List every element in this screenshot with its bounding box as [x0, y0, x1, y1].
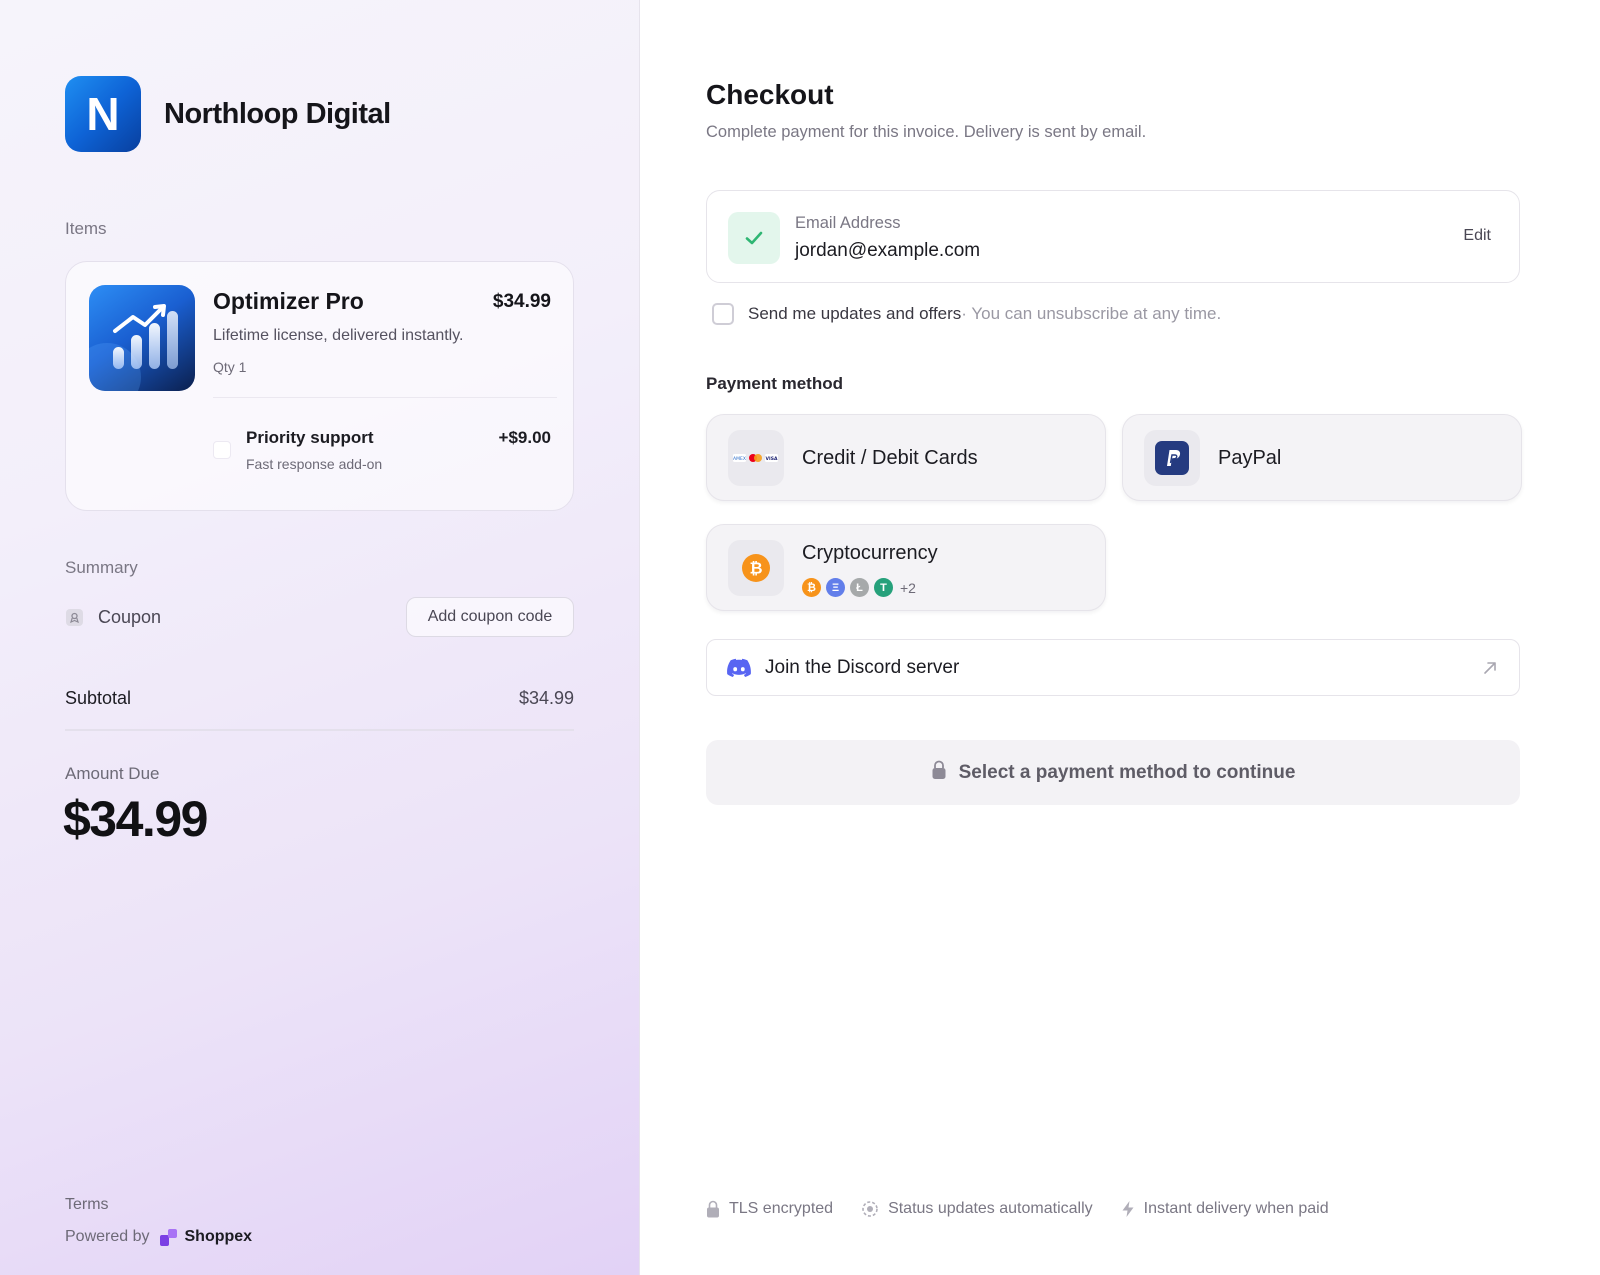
- crypto-coins: ₿ Ξ Ł T +2: [802, 578, 916, 597]
- lock-icon: [707, 1200, 719, 1218]
- shoppex-link[interactable]: Shoppex: [185, 1228, 253, 1246]
- coupon-icon: [66, 609, 83, 626]
- email-value: jordan@example.com: [795, 240, 981, 261]
- delivery-badge: Instant delivery when paid: [1121, 1200, 1329, 1218]
- coupon-row: Coupon Add coupon code: [65, 597, 574, 637]
- discord-icon: [727, 658, 751, 678]
- payment-option-label: PayPal: [1218, 447, 1282, 469]
- updates-optin[interactable]: Send me updates and offers · You can uns…: [712, 303, 1221, 325]
- updates-checkbox[interactable]: [712, 303, 734, 325]
- updates-note: · You can unsubscribe at any time.: [961, 304, 1222, 323]
- add-coupon-button[interactable]: Add coupon code: [406, 597, 574, 637]
- subtotal-label: Subtotal: [65, 688, 132, 708]
- addon-description: Fast response add-on: [246, 456, 383, 472]
- addon-checkbox[interactable]: [213, 441, 231, 459]
- coupon-label: Coupon: [98, 607, 162, 627]
- payment-option-cards[interactable]: AMEX VISA Credit / Debit Cards: [706, 414, 1106, 501]
- ethereum-coin-icon: Ξ: [826, 578, 845, 597]
- brand-name: Northloop Digital: [164, 97, 391, 130]
- status-label: Status updates automatically: [888, 1200, 1093, 1217]
- delivery-label: Instant delivery when paid: [1143, 1200, 1329, 1217]
- continue-button[interactable]: Select a payment method to continue: [706, 740, 1520, 805]
- edit-email-button[interactable]: Edit: [1463, 227, 1491, 245]
- addon-name: Priority support: [246, 428, 374, 447]
- payment-option-label: Credit / Debit Cards: [802, 447, 978, 469]
- powered-by-label: Powered by: [65, 1228, 150, 1245]
- litecoin-coin-icon: Ł: [850, 578, 869, 597]
- product-chart-icon: [89, 285, 195, 391]
- discord-link[interactable]: Join the Discord server: [706, 639, 1520, 696]
- svg-text:AMEX: AMEX: [733, 456, 746, 462]
- tether-coin-icon: T: [874, 578, 893, 597]
- amount-due-value: $34.99: [63, 791, 208, 847]
- addon-price: +$9.00: [498, 428, 551, 447]
- lock-icon: [931, 760, 947, 785]
- trust-footer: TLS encrypted Status updates automatical…: [706, 1200, 1357, 1218]
- product-price: $34.99: [492, 291, 551, 312]
- powered-by: Powered by Shoppex: [65, 1228, 252, 1246]
- order-summary-panel: N Northloop Digital Items Optimizer Pro …: [0, 0, 640, 1275]
- payment-method-label: Payment method: [706, 374, 843, 393]
- payment-option-paypal[interactable]: PayPal: [1122, 414, 1522, 501]
- payment-option-crypto[interactable]: ₿ Cryptocurrency ₿ Ξ Ł T +2: [706, 524, 1106, 611]
- terms-link[interactable]: Terms: [65, 1196, 109, 1214]
- payment-option-label: Cryptocurrency: [802, 542, 938, 564]
- product-name: Optimizer Pro: [213, 288, 364, 314]
- cards-icon: AMEX VISA: [728, 430, 784, 486]
- summary-divider: [65, 729, 574, 731]
- subtotal-value: $34.99: [518, 688, 574, 708]
- shoppex-logo-icon: [159, 1228, 177, 1246]
- discord-label: Join the Discord server: [765, 657, 960, 678]
- items-card: Optimizer Pro $34.99 Lifetime license, d…: [65, 261, 574, 511]
- page-subtitle: Complete payment for this invoice. Deliv…: [706, 123, 1147, 141]
- svg-text:VISA: VISA: [766, 456, 778, 462]
- page-title: Checkout: [706, 79, 834, 110]
- status-badge: Status updates automatically: [861, 1200, 1093, 1218]
- more-coins-count: +2: [900, 579, 916, 596]
- continue-button-label: Select a payment method to continue: [958, 761, 1296, 783]
- email-label: Email Address: [795, 214, 901, 232]
- tls-badge: TLS encrypted: [706, 1200, 833, 1218]
- summary-section-label: Summary: [65, 558, 138, 577]
- product-quantity: Qty 1: [213, 359, 247, 375]
- svg-text:₿: ₿: [749, 559, 762, 578]
- external-link-icon: [1481, 659, 1499, 677]
- bitcoin-icon: ₿: [728, 540, 784, 596]
- brand-logo: N: [65, 76, 141, 152]
- check-icon: [728, 212, 780, 264]
- items-section-label: Items: [65, 219, 107, 238]
- card-divider: [213, 397, 557, 398]
- email-card: Email Address jordan@example.com Edit: [706, 190, 1520, 283]
- status-icon: [862, 1201, 878, 1217]
- amount-due-label: Amount Due: [65, 764, 160, 783]
- brand: N Northloop Digital: [65, 76, 391, 152]
- lightning-icon: [1122, 1201, 1134, 1217]
- tls-label: TLS encrypted: [729, 1200, 834, 1217]
- bitcoin-coin-icon: ₿: [802, 578, 821, 597]
- updates-label: Send me updates and offers: [748, 304, 962, 323]
- paypal-icon: [1144, 430, 1200, 486]
- product-description: Lifetime license, delivered instantly.: [213, 327, 464, 344]
- checkout-panel: Checkout Complete payment for this invoi…: [641, 0, 1600, 1275]
